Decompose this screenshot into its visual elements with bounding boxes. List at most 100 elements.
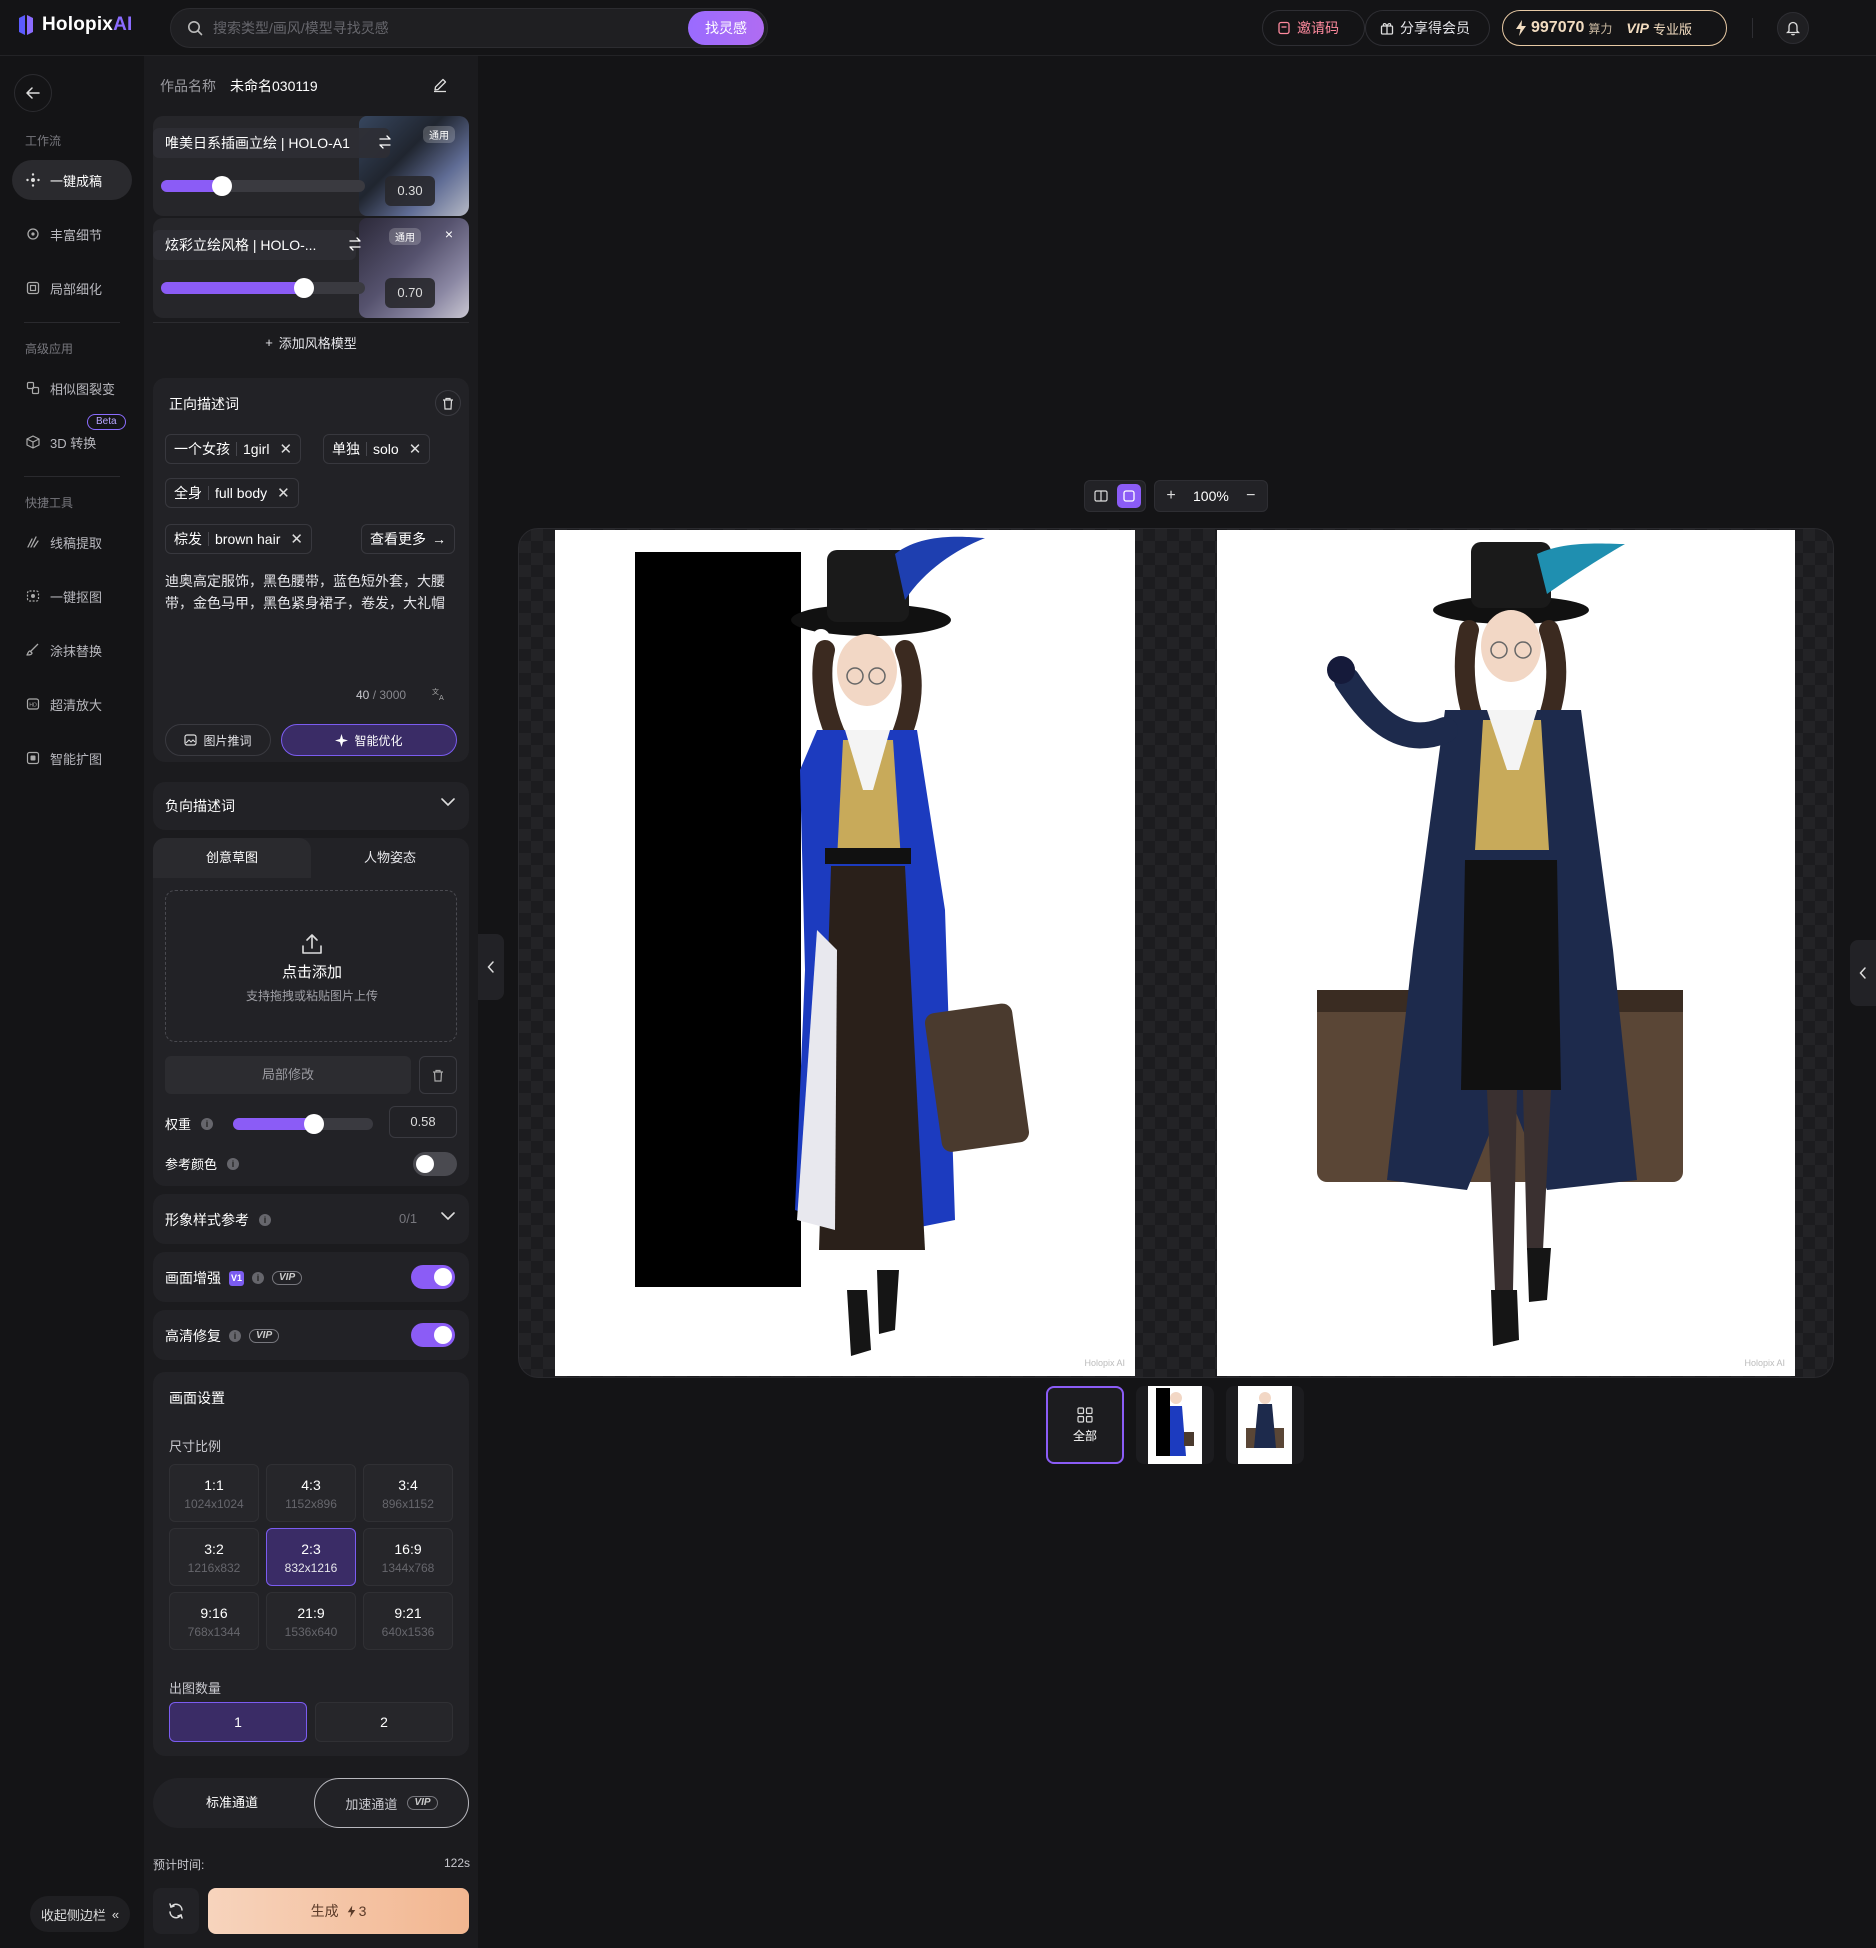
prompt-tag[interactable]: 一个女孩 1girl ✕ xyxy=(165,434,302,464)
zoom-out-button[interactable]: − xyxy=(1239,484,1263,508)
nav-item-lineart[interactable]: 线稿提取 xyxy=(12,522,132,562)
ratio-option[interactable]: 3:4 896x1152 xyxy=(363,1464,453,1522)
info-icon[interactable]: i xyxy=(201,1117,214,1130)
info-icon[interactable]: i xyxy=(252,1272,264,1284)
upload-dropzone[interactable]: 点击添加 支持拖拽或粘贴图片上传 xyxy=(165,890,457,1042)
nav-item-3d-convert[interactable]: 3D 转换 xyxy=(12,422,132,462)
info-icon[interactable]: i xyxy=(227,1157,240,1170)
back-button[interactable] xyxy=(14,74,52,112)
image-count-option[interactable]: 2 xyxy=(315,1702,453,1742)
local-edit-button[interactable]: 局部修改 xyxy=(165,1056,411,1094)
work-name-value[interactable]: 未命名030119 xyxy=(230,76,318,96)
remove-tag-icon[interactable]: ✕ xyxy=(277,484,290,502)
search-input[interactable] xyxy=(213,20,688,36)
refine-icon xyxy=(26,281,40,295)
weight-slider[interactable] xyxy=(233,1114,373,1134)
generated-image[interactable]: Holopix AI xyxy=(1217,530,1795,1376)
nav-item-similar-variation[interactable]: 相似图裂变 xyxy=(12,368,132,408)
nav-item-local-refine[interactable]: 局部细化 xyxy=(12,268,132,308)
generated-image[interactable]: Holopix AI xyxy=(555,530,1135,1376)
prompt-tag[interactable]: 单独 solo ✕ xyxy=(323,434,431,464)
model-weight-value[interactable]: 0.30 xyxy=(385,176,435,206)
app-logo[interactable]: HolopixAI xyxy=(18,14,132,36)
expand-right-panel-button[interactable] xyxy=(1850,940,1876,1006)
reset-button[interactable] xyxy=(153,1888,199,1934)
fast-channel-button[interactable]: 加速通道 VIP xyxy=(314,1778,469,1828)
style-model-card[interactable]: 唯美日系插画立绘 | HOLO-A1 通用 0.30 xyxy=(153,116,469,216)
model-name: 炫彩立绘风格 | HOLO-... xyxy=(153,230,357,260)
compare-view-button[interactable] xyxy=(1089,484,1113,508)
prompt-tag[interactable]: 全身 full body ✕ xyxy=(165,478,299,508)
prompt-textarea[interactable]: 迪奥高定服饰，黑色腰带，蓝色短外套，大腰带，金色马甲，黑色紧身裙子，卷发，大礼帽 xyxy=(165,570,457,614)
collapse-sidebar-button[interactable]: 收起侧边栏 « xyxy=(30,1896,130,1932)
style-reference-card[interactable]: 形象样式参考 i 0/1 xyxy=(153,1194,469,1244)
weight-value[interactable]: 0.58 xyxy=(389,1106,457,1138)
remove-tag-icon[interactable]: ✕ xyxy=(279,440,292,458)
image-count-option[interactable]: 1 xyxy=(169,1702,307,1742)
ratio-option[interactable]: 4:3 1152x896 xyxy=(266,1464,356,1522)
credits-vip-badge[interactable]: 997070 算力 VIP 专业版 xyxy=(1502,10,1727,46)
ratio-option[interactable]: 9:21 640x1536 xyxy=(363,1592,453,1650)
thumbnail-image[interactable] xyxy=(1136,1386,1214,1464)
model-weight-value[interactable]: 0.70 xyxy=(385,278,435,308)
edit-icon[interactable] xyxy=(432,77,448,93)
swap-icon[interactable] xyxy=(377,134,393,150)
zoom-in-button[interactable]: + xyxy=(1159,484,1183,508)
find-inspiration-button[interactable]: 找灵感 xyxy=(688,11,764,45)
collapse-panel-button[interactable] xyxy=(478,934,504,1000)
nav-item-rich-detail[interactable]: 丰富细节 xyxy=(12,214,132,254)
cube-icon xyxy=(26,435,40,449)
thumbnail-all[interactable]: 全部 xyxy=(1046,1386,1124,1464)
standard-channel-button[interactable]: 标准通道 xyxy=(153,1778,311,1828)
thumbnail-image[interactable] xyxy=(1226,1386,1304,1464)
ratio-option[interactable]: 3:2 1216x832 xyxy=(169,1528,259,1586)
nav-item-one-click-draft[interactable]: 一键成稿 xyxy=(12,160,132,200)
nav-item-cutout[interactable]: 一键抠图 xyxy=(12,576,132,616)
thumbnail-preview xyxy=(1148,1386,1202,1464)
negative-prompt-card[interactable]: 负向描述词 xyxy=(153,782,469,830)
slider-knob[interactable] xyxy=(293,278,314,298)
tag-zh: 一个女孩 xyxy=(174,441,230,457)
slider-knob[interactable] xyxy=(304,1114,325,1134)
eta-value: 122s xyxy=(444,1856,471,1870)
nav-item-brush-replace[interactable]: 涂抹替换 xyxy=(12,630,132,670)
style-model-card[interactable]: 炫彩立绘风格 | HOLO-... 通用 × 0.70 xyxy=(153,218,469,318)
ratio-size: 1344x768 xyxy=(381,1561,435,1575)
info-icon[interactable]: i xyxy=(229,1330,241,1342)
ratio-option[interactable]: 9:16 768x1344 xyxy=(169,1592,259,1650)
slider-fill xyxy=(233,1118,315,1130)
share-membership-button[interactable]: 分享得会员 xyxy=(1365,10,1490,46)
invite-code-button[interactable]: 邀请码 xyxy=(1262,10,1365,46)
model-weight-slider[interactable] xyxy=(161,278,365,298)
hd-fix-toggle[interactable] xyxy=(411,1323,455,1347)
info-icon[interactable]: i xyxy=(259,1214,271,1226)
remove-tag-icon[interactable]: ✕ xyxy=(409,440,422,458)
swap-icon[interactable] xyxy=(347,236,363,252)
model-weight-slider[interactable] xyxy=(161,176,365,196)
clear-prompt-button[interactable] xyxy=(435,390,461,416)
notification-button[interactable] xyxy=(1777,12,1809,44)
slider-knob[interactable] xyxy=(212,176,233,196)
image-enhance-toggle[interactable] xyxy=(411,1265,455,1289)
remove-tag-icon[interactable]: ✕ xyxy=(290,530,303,548)
smart-optimize-button[interactable]: 智能优化 xyxy=(281,724,457,756)
ratio-option[interactable]: 21:9 1536x640 xyxy=(266,1592,356,1650)
generate-button[interactable]: 生成 3 xyxy=(208,1888,469,1934)
remove-model-icon[interactable]: × xyxy=(445,226,453,242)
tab-creative-sketch[interactable]: 创意草图 xyxy=(153,838,311,878)
tab-character-pose[interactable]: 人物姿态 xyxy=(311,838,469,878)
nav-item-upscale[interactable]: HD 超清放大 xyxy=(12,684,132,724)
ratio-option[interactable]: 16:9 1344x768 xyxy=(363,1528,453,1586)
ref-color-label: 参考颜色 xyxy=(165,1157,218,1172)
image-to-prompt-button[interactable]: 图片推词 xyxy=(165,724,271,756)
nav-item-smart-expand[interactable]: 智能扩图 xyxy=(12,738,132,778)
ref-color-toggle[interactable] xyxy=(413,1152,457,1176)
single-view-button[interactable] xyxy=(1117,484,1141,508)
prompt-tag[interactable]: 棕发 brown hair ✕ xyxy=(165,524,312,554)
translate-icon[interactable]: 文A xyxy=(431,685,447,701)
ratio-option[interactable]: 1:1 1024x1024 xyxy=(169,1464,259,1522)
see-more-button[interactable]: 查看更多 → xyxy=(361,524,455,554)
delete-sketch-button[interactable] xyxy=(419,1056,457,1094)
add-style-model-button[interactable]: + 添加风格模型 xyxy=(153,322,469,362)
ratio-option[interactable]: 2:3 832x1216 xyxy=(266,1528,356,1586)
